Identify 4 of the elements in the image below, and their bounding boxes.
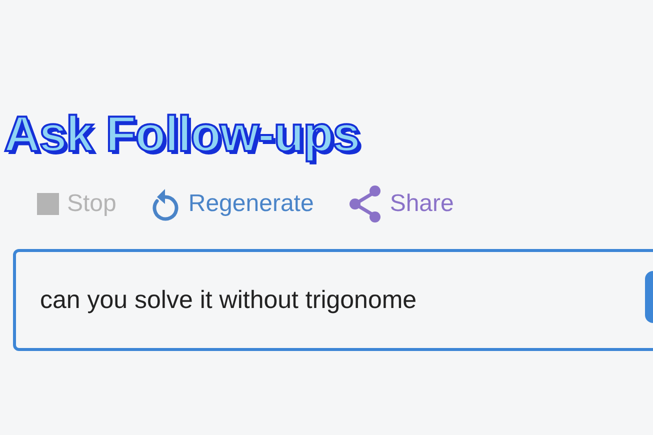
- share-button[interactable]: Share: [348, 185, 454, 223]
- heading: Ask Follow-ups: [4, 105, 360, 164]
- regenerate-button[interactable]: Regenerate: [150, 186, 314, 222]
- message-input[interactable]: can you solve it without trigonome: [13, 249, 653, 351]
